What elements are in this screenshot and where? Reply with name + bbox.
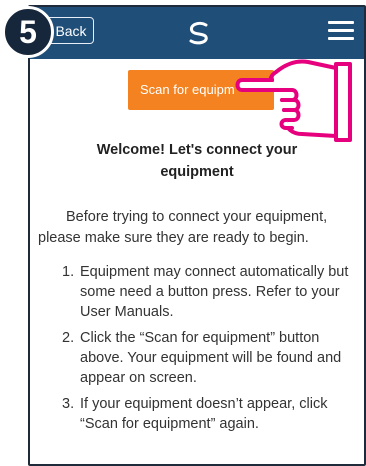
list-item-text: Click the “Scan for equipment” button ab… <box>80 330 342 386</box>
list-item: 2. Click the “Scan for equipment” button… <box>42 328 358 388</box>
tutorial-screenshot: 5 Back Scan for equipm Welcome! Let's co… <box>0 0 366 466</box>
list-item-number: 3. <box>62 396 75 412</box>
list-item-text: If your equipment doesn’t appear, click … <box>80 396 328 432</box>
list-item: 1. Equipment may connect automatically b… <box>42 262 358 322</box>
hamburger-menu-icon[interactable] <box>328 21 354 43</box>
welcome-heading-line2: equipment <box>160 164 234 180</box>
list-item-text: Equipment may connect automatically but … <box>80 264 349 320</box>
list-item: 3. If your equipment doesn’t appear, cli… <box>42 394 358 434</box>
intro-paragraph: Before trying to connect your equipment,… <box>38 209 328 246</box>
list-item-number: 1. <box>62 264 75 280</box>
pointing-hand-icon <box>235 59 352 142</box>
instruction-list: 1. Equipment may connect automatically b… <box>42 262 358 440</box>
swirl-logo-icon <box>189 21 208 45</box>
list-item-number: 2. <box>62 330 75 346</box>
step-number-badge: 5 <box>2 6 54 58</box>
